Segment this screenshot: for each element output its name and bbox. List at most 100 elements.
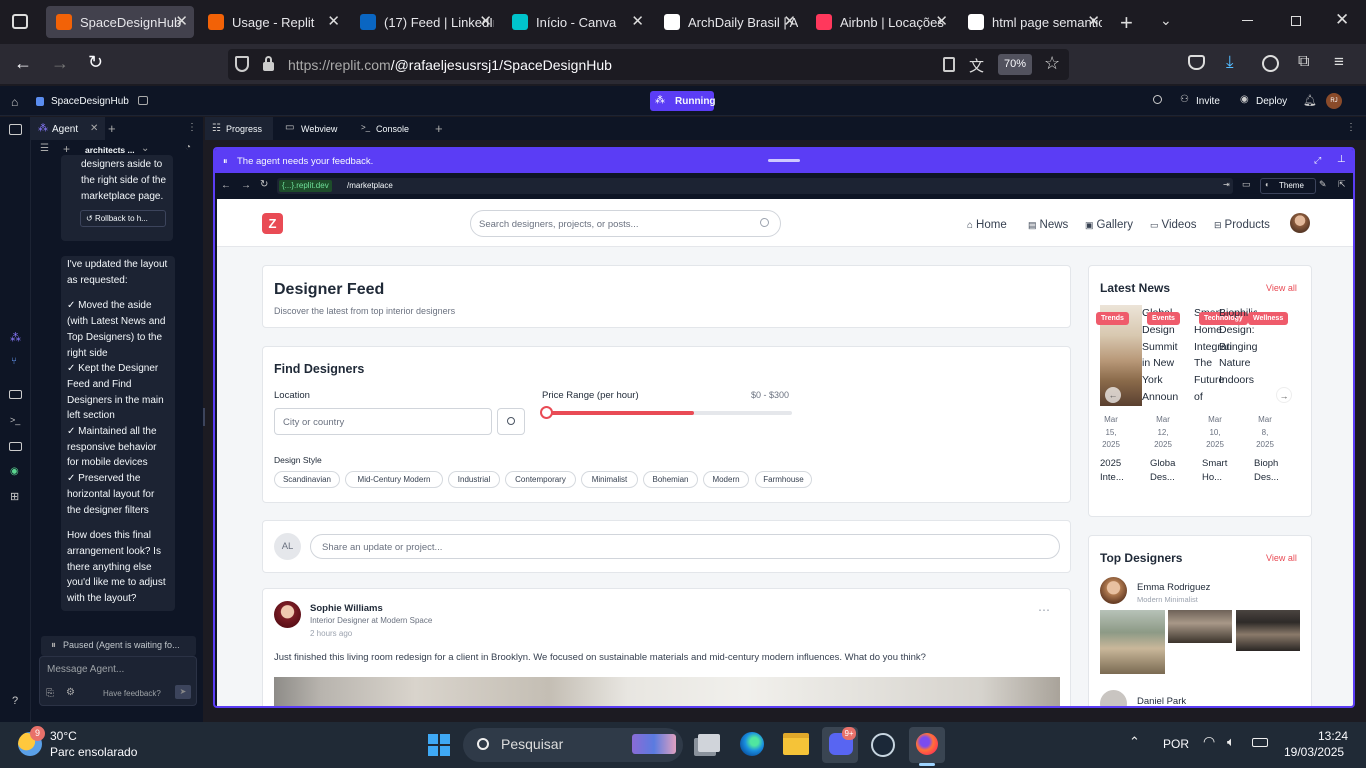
designers-view-all-link[interactable]: View all bbox=[1266, 553, 1297, 563]
news-card-title-line[interactable]: Ho... bbox=[1202, 471, 1240, 485]
post-image[interactable] bbox=[274, 677, 1060, 706]
start-button[interactable] bbox=[428, 734, 450, 756]
style-chip-minimalist[interactable]: Minimalist bbox=[581, 471, 638, 488]
file-explorer-icon[interactable] bbox=[783, 733, 809, 755]
account-icon[interactable] bbox=[1262, 55, 1279, 72]
style-chip-mid-century[interactable]: Mid-Century Modern bbox=[345, 471, 443, 488]
close-tab-icon[interactable]: ✕ bbox=[479, 14, 492, 30]
git-icon[interactable]: ⑂ bbox=[11, 356, 17, 367]
style-chip-contemporary[interactable]: Contemporary bbox=[505, 471, 576, 488]
menu-icon[interactable]: ≡ bbox=[1334, 52, 1344, 72]
expand-icon[interactable]: ⤢ bbox=[1314, 155, 1321, 166]
wv-reload-icon[interactable]: ↻ bbox=[260, 179, 268, 190]
minimize-window-button[interactable] bbox=[1242, 20, 1253, 21]
tab-progress[interactable]: Progress bbox=[226, 124, 262, 134]
chevron-down-icon[interactable]: ⌄ bbox=[141, 143, 149, 154]
news-card-title-line[interactable]: Des... bbox=[1150, 471, 1188, 485]
webview-icon[interactable] bbox=[9, 442, 22, 451]
close-window-button[interactable]: ✕ bbox=[1335, 10, 1349, 30]
console-icon[interactable]: >_ bbox=[10, 415, 20, 425]
deploy-rail-icon[interactable]: ◉ bbox=[10, 466, 19, 477]
style-chip-farmhouse[interactable]: Farmhouse bbox=[755, 471, 812, 488]
home-icon[interactable]: ⌂ bbox=[11, 95, 18, 109]
task-view-icon[interactable] bbox=[698, 734, 720, 752]
news-card-title-line[interactable]: Globa bbox=[1150, 457, 1188, 471]
close-agent-tab-icon[interactable]: ✕ bbox=[90, 123, 98, 134]
price-track[interactable] bbox=[540, 406, 792, 419]
style-chip-bohemian[interactable]: Bohemian bbox=[643, 471, 698, 488]
battery-icon[interactable] bbox=[1252, 738, 1268, 747]
project-name[interactable]: SpaceDesignHub bbox=[51, 96, 129, 107]
rollback-button[interactable]: ↺ Rollback to h... bbox=[80, 210, 166, 227]
news-prev-button[interactable]: ← bbox=[1105, 387, 1121, 403]
shell-icon[interactable] bbox=[9, 390, 22, 399]
post-author-avatar[interactable] bbox=[274, 601, 301, 628]
style-chip-scandinavian[interactable]: Scandinavian bbox=[274, 471, 340, 488]
all-tools-icon[interactable]: ⊞ bbox=[10, 490, 19, 503]
tab-list-chevron-icon[interactable]: ⌄ bbox=[1160, 12, 1172, 29]
search-icon[interactable] bbox=[760, 218, 769, 227]
news-title-line[interactable]: Nature bbox=[1219, 355, 1257, 372]
tab-console[interactable]: Console bbox=[376, 124, 409, 134]
agent-tool-icon[interactable]: ⁂ bbox=[10, 331, 21, 344]
bookmark-star-icon[interactable]: ☆ bbox=[1044, 53, 1060, 74]
drag-handle[interactable] bbox=[768, 159, 800, 162]
close-tab-icon[interactable]: ✕ bbox=[935, 14, 948, 30]
designer-avatar[interactable] bbox=[1100, 577, 1127, 604]
browser-tab[interactable]: Usage - Replit ✕ bbox=[198, 6, 346, 38]
news-card-title-line[interactable]: Bioph bbox=[1254, 457, 1292, 471]
nav-videos[interactable]: ▭ Videos bbox=[1150, 219, 1196, 231]
style-chip-industrial[interactable]: Industrial bbox=[448, 471, 500, 488]
nav-home[interactable]: ⌂ Home bbox=[967, 219, 1007, 231]
pocket-icon[interactable] bbox=[1188, 55, 1205, 70]
wv-tools-icon[interactable]: ✎ bbox=[1319, 179, 1327, 190]
close-tab-icon[interactable]: ✕ bbox=[327, 14, 340, 30]
edge-icon[interactable] bbox=[740, 732, 764, 756]
news-title-line[interactable]: Bringing bbox=[1219, 339, 1257, 356]
restore-window-button[interactable] bbox=[1291, 16, 1301, 26]
list-icon[interactable]: ☰ bbox=[40, 143, 49, 154]
wifi-icon[interactable]: ◠ bbox=[1203, 733, 1215, 750]
news-title-line[interactable]: York bbox=[1142, 372, 1180, 389]
shield-icon[interactable] bbox=[235, 56, 249, 72]
message-input[interactable]: Message Agent... bbox=[47, 664, 124, 675]
portfolio-image-3[interactable] bbox=[1236, 610, 1300, 651]
browser-tab[interactable]: html page semantic ✕ bbox=[958, 6, 1106, 38]
reload-icon[interactable]: ↻ bbox=[88, 52, 103, 73]
wv-back-icon[interactable]: ← bbox=[221, 180, 231, 191]
news-card-title-line[interactable]: Smart bbox=[1202, 457, 1240, 471]
reader-view-icon[interactable] bbox=[943, 57, 955, 72]
news-title-line[interactable]: of bbox=[1194, 389, 1232, 406]
close-tab-icon[interactable]: ✕ bbox=[631, 14, 644, 30]
close-tab-icon[interactable]: ✕ bbox=[1087, 14, 1100, 30]
wv-forward-icon[interactable]: → bbox=[241, 180, 251, 191]
clock-date[interactable]: 19/03/2025 bbox=[1284, 745, 1344, 759]
settings-icon[interactable]: ⚙︎ bbox=[66, 687, 75, 698]
search-icon[interactable] bbox=[1153, 95, 1162, 104]
chat-selector[interactable]: architects ... bbox=[85, 145, 141, 155]
site-logo[interactable]: Z bbox=[262, 213, 283, 234]
more-options-icon[interactable]: ⋮ bbox=[187, 122, 197, 133]
close-tab-icon[interactable]: ✕ bbox=[783, 14, 796, 30]
news-next-button[interactable]: → bbox=[1276, 387, 1292, 403]
clock-time[interactable]: 13:24 bbox=[1318, 729, 1348, 743]
history-icon[interactable]: ◔ bbox=[185, 142, 191, 153]
news-card-title-line[interactable]: 2025 bbox=[1100, 457, 1138, 471]
news-title-line[interactable]: Indoors bbox=[1219, 372, 1257, 389]
weather-temp[interactable]: 30°C bbox=[50, 729, 77, 743]
back-arrow-icon[interactable]: ← bbox=[14, 53, 32, 74]
deploy-button[interactable]: Deploy bbox=[1256, 96, 1287, 107]
news-title-line[interactable]: Summit bbox=[1142, 339, 1180, 356]
volume-icon[interactable]: 🔈︎ bbox=[1227, 734, 1235, 750]
avatar[interactable]: RJ bbox=[1326, 93, 1342, 109]
toggle-sidebar-icon[interactable] bbox=[9, 124, 22, 135]
news-title-line[interactable]: in New bbox=[1142, 355, 1180, 372]
nav-products[interactable]: ⊟ Products bbox=[1214, 219, 1270, 231]
zoom-level[interactable]: 70% bbox=[998, 54, 1032, 75]
steam-icon[interactable] bbox=[871, 733, 895, 757]
post-author[interactable]: Sophie Williams bbox=[310, 603, 383, 614]
tray-overflow-icon[interactable]: ⌃ bbox=[1129, 734, 1140, 750]
news-card-title-line[interactable]: Inte... bbox=[1100, 471, 1138, 485]
url-bar[interactable]: https://replit.com/@rafaeljesusrsj1/Spac… bbox=[228, 49, 1069, 80]
translate-icon[interactable]: 文 bbox=[969, 55, 984, 76]
